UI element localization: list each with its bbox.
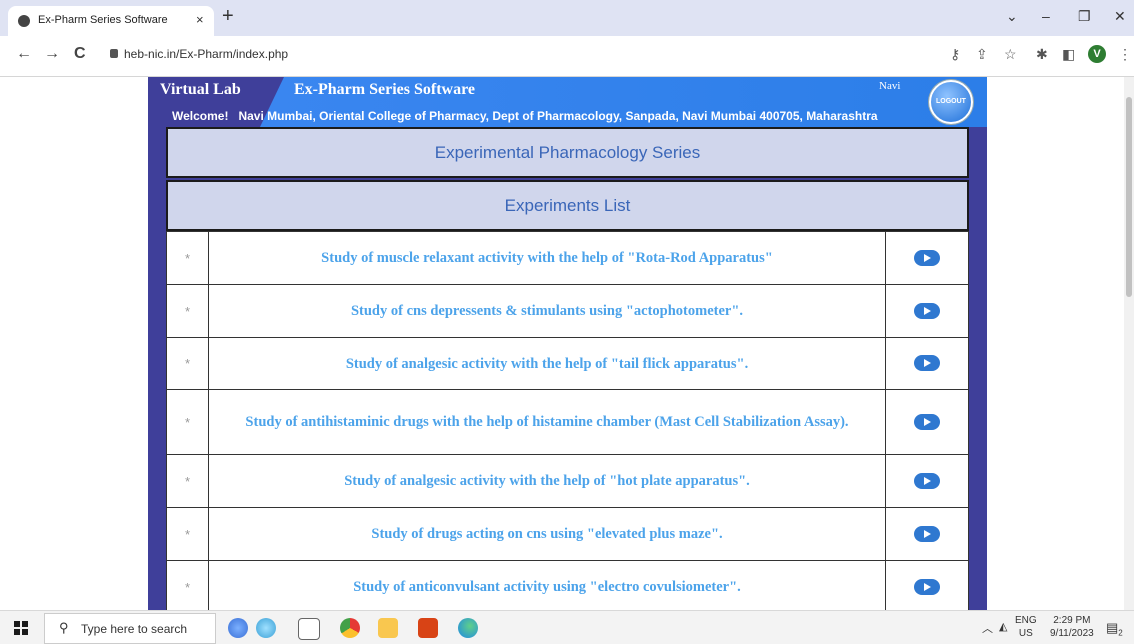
back-button[interactable]: ← [16, 45, 32, 63]
widget-icon[interactable] [256, 618, 276, 638]
page-frame: Virtual Lab Ex-Pharm Series Software Nav… [148, 77, 987, 610]
system-clock[interactable]: 2:29 PM 9/11/2023 [1050, 614, 1094, 640]
row-bullet: * [166, 231, 209, 285]
edge-icon[interactable] [458, 618, 478, 638]
clock-time: 2:29 PM [1053, 615, 1091, 626]
notification-count: 2 [1118, 628, 1123, 638]
tab-close-icon[interactable]: × [196, 12, 204, 27]
table-row: * Study of muscle relaxant activity with… [166, 231, 969, 285]
row-bullet: * [166, 560, 209, 610]
row-bullet: * [166, 507, 209, 561]
browser-toolbar: ← → C heb-nic.in/Ex-Pharm/index.php ⚷ ⇪ … [0, 36, 1134, 77]
experiment-title-link[interactable]: Study of antihistaminic drugs with the h… [208, 389, 886, 455]
page-scrollbar[interactable] [1124, 77, 1134, 610]
play-video-icon[interactable] [914, 413, 940, 430]
extensions-icon[interactable]: ✱ [1036, 46, 1048, 63]
scrollbar-thumb[interactable] [1126, 97, 1132, 297]
play-video-icon[interactable] [914, 472, 940, 489]
table-row: * Study of anticonvulsant activity using… [166, 560, 969, 610]
play-video-icon[interactable] [914, 355, 940, 372]
notification-icon[interactable]: ▤2 [1106, 620, 1123, 638]
new-tab-button[interactable]: + [222, 6, 234, 26]
os-taskbar: ⚲ Type here to search ︿ ◭ ENG US 2:29 PM… [0, 610, 1134, 644]
share-icon[interactable]: ⇪ [976, 46, 988, 63]
virtual-lab-logo-text: Virtual Lab [160, 81, 241, 98]
search-placeholder: Type here to search [81, 622, 188, 636]
row-bullet: * [166, 389, 209, 455]
row-bullet: * [166, 284, 209, 338]
series-title: Experimental Pharmacology Series [166, 127, 969, 178]
row-bullet: * [166, 337, 209, 390]
minimize-button[interactable]: – [1042, 8, 1050, 24]
tray-chevron-icon[interactable]: ︿ [982, 620, 993, 636]
address-bar[interactable]: heb-nic.in/Ex-Pharm/index.php [124, 47, 288, 61]
lang-code: ENG [1015, 615, 1037, 626]
experiment-title-link[interactable]: Study of drugs acting on cns using "elev… [208, 507, 886, 561]
profile-avatar[interactable]: V [1088, 45, 1106, 63]
taskbar-search-input[interactable]: ⚲ Type here to search [44, 613, 216, 644]
language-indicator[interactable]: ENG US [1015, 614, 1037, 640]
browser-tab[interactable]: Ex-Pharm Series Software × [8, 6, 214, 36]
experiment-title-link[interactable]: Study of muscle relaxant activity with t… [208, 231, 886, 285]
sidebar-icon[interactable]: ◧ [1062, 46, 1075, 63]
logout-button[interactable]: LOGOUT [929, 80, 973, 124]
task-view-icon[interactable] [298, 618, 320, 640]
experiments-list-title: Experiments List [166, 180, 969, 231]
lang-region: US [1018, 628, 1033, 639]
menu-kebab-icon[interactable]: ⋮ [1118, 46, 1132, 63]
file-explorer-icon[interactable] [378, 618, 398, 638]
widget-icon[interactable] [228, 618, 248, 638]
page-header: Virtual Lab Ex-Pharm Series Software Nav… [148, 77, 987, 127]
network-icon[interactable]: ◭ [999, 620, 1007, 633]
forward-button[interactable]: → [44, 45, 60, 63]
chrome-icon[interactable] [340, 618, 360, 638]
clock-date: 9/11/2023 [1050, 628, 1094, 639]
tab-title: Ex-Pharm Series Software [38, 14, 168, 26]
play-video-icon[interactable] [914, 578, 940, 595]
favicon-icon [18, 15, 30, 27]
welcome-label: Welcome! [172, 109, 229, 123]
lock-icon[interactable] [110, 49, 118, 58]
table-row: * Study of antihistaminic drugs with the… [166, 389, 969, 455]
main-panel: Experimental Pharmacology Series Experim… [166, 127, 969, 610]
table-row: * Study of cns depressents & stimulants … [166, 284, 969, 338]
experiment-title-link[interactable]: Study of anticonvulsant activity using "… [208, 560, 886, 610]
user-short-name: Navi [879, 80, 901, 92]
windows-start-icon[interactable] [14, 621, 28, 635]
experiments-table: * Study of muscle relaxant activity with… [166, 231, 969, 610]
table-row: * Study of analgesic activity with the h… [166, 337, 969, 390]
table-row: * Study of analgesic activity with the h… [166, 454, 969, 508]
tab-search-chevron-icon[interactable]: ⌄ [1006, 8, 1018, 25]
welcome-line: Welcome! Navi Mumbai, Oriental College of… [172, 109, 888, 123]
experiment-title-link[interactable]: Study of analgesic activity with the hel… [208, 454, 886, 508]
browser-tab-bar: Ex-Pharm Series Software × + ⌄ – ❐ ✕ [0, 0, 1134, 36]
app-title: Ex-Pharm Series Software [294, 81, 475, 98]
play-video-icon[interactable] [914, 249, 940, 266]
experiment-title-link[interactable]: Study of cns depressents & stimulants us… [208, 284, 886, 338]
reload-button[interactable]: C [74, 45, 86, 63]
search-icon: ⚲ [59, 620, 69, 635]
row-bullet: * [166, 454, 209, 508]
play-video-icon[interactable] [914, 302, 940, 319]
welcome-text: Navi Mumbai, Oriental College of Pharmac… [238, 109, 878, 123]
office-icon[interactable] [418, 618, 438, 638]
experiment-title-link[interactable]: Study of analgesic activity with the hel… [208, 337, 886, 390]
play-video-icon[interactable] [914, 525, 940, 542]
table-row: * Study of drugs acting on cns using "el… [166, 507, 969, 561]
maximize-button[interactable]: ❐ [1078, 8, 1091, 25]
bookmark-star-icon[interactable]: ☆ [1004, 46, 1017, 63]
key-icon[interactable]: ⚷ [950, 46, 960, 63]
close-window-button[interactable]: ✕ [1114, 8, 1126, 25]
